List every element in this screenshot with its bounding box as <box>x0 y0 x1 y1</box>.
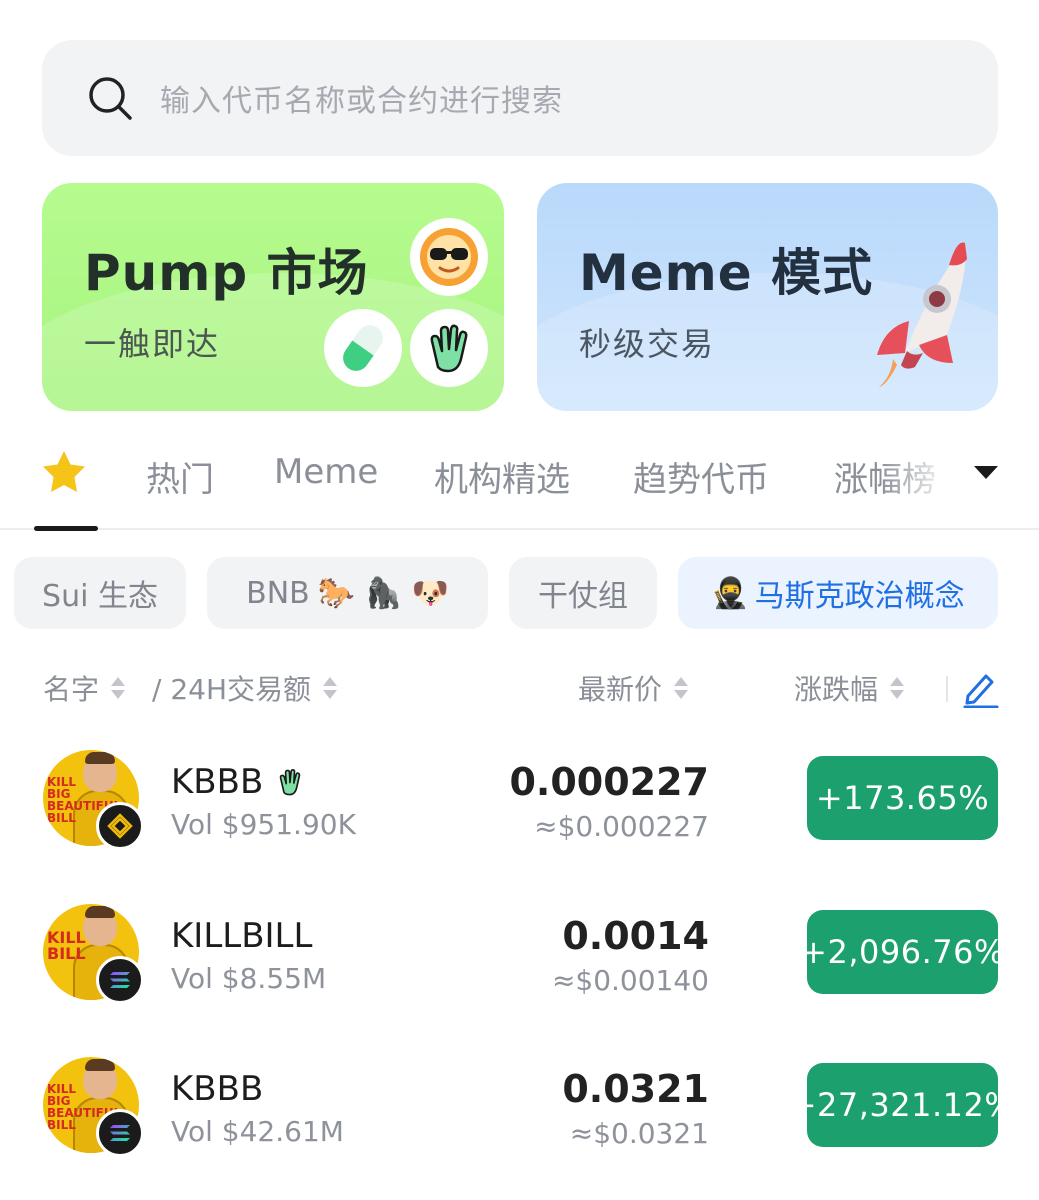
chip-musk-politics[interactable]: 🥷 马斯克政治概念 <box>678 557 998 629</box>
pump-banner-subtitle: 一触即达 <box>84 325 221 363</box>
sort-by-change[interactable]: 涨跌幅 <box>794 668 905 708</box>
token-symbol-text: KBBB <box>171 762 264 802</box>
token-symbol: KBBB <box>171 1069 263 1109</box>
chip-bnb[interactable]: BNB 🐎 🦍 🐶 <box>207 557 488 629</box>
chip-label: Sui 生态 <box>42 579 158 614</box>
edit-icon[interactable] <box>962 668 1000 708</box>
sort-icon <box>890 675 905 701</box>
token-volume: Vol $951.90K <box>171 808 356 841</box>
token-symbol-text: KBBB <box>171 1069 264 1109</box>
token-price: 0.0321 <box>562 1067 709 1111</box>
sort-by-volume[interactable]: / 24H交易额 <box>152 668 338 708</box>
header-price-label: 最新价 <box>578 673 663 706</box>
tab-hot[interactable]: 热门 <box>146 452 214 501</box>
token-price-usd: ≈$0.0321 <box>569 1117 709 1150</box>
chip-label: 干仗组 <box>538 579 628 614</box>
waving-hand-icon <box>410 309 488 387</box>
hand-icon <box>280 769 301 796</box>
ninja-icon: 🥷 <box>711 575 749 611</box>
favorites-star-icon[interactable] <box>40 448 88 496</box>
token-symbol: KILLBILL <box>171 916 312 956</box>
pump-market-banner[interactable]: Pump 市场 一触即达 <box>42 183 504 411</box>
token-price-usd: ≈$0.000227 <box>534 810 709 843</box>
header-divider <box>946 676 948 702</box>
tab-trending-tokens[interactable]: 趋势代币 <box>633 452 769 501</box>
avatar-text: KILL BILL <box>47 928 86 963</box>
tab-institutional-picks[interactable]: 机构精选 <box>434 452 570 501</box>
meme-mode-banner[interactable]: Meme 模式 秒级交易 <box>537 183 998 411</box>
header-volume-label: / 24H交易额 <box>152 673 312 706</box>
token-volume: Vol $42.61M <box>171 1115 344 1148</box>
avatar-text: KILL BIG BEAUTIFUL BILL <box>47 775 122 825</box>
meme-banner-subtitle: 秒级交易 <box>579 325 716 363</box>
caret-down-icon[interactable] <box>972 462 1000 482</box>
sort-icon <box>323 675 338 701</box>
sort-by-price[interactable]: 最新价 <box>578 668 689 708</box>
sort-by-name[interactable]: 名字 <box>43 668 126 708</box>
header-name-label: 名字 <box>43 673 100 706</box>
solana-chain-icon <box>96 956 144 1004</box>
search-icon <box>86 74 134 122</box>
search-bar[interactable]: 输入代币名称或合约进行搜索 <box>42 40 998 156</box>
horse-gorilla-dog-icon: 🐎 🦍 🐶 <box>317 575 449 611</box>
token-price-usd: ≈$0.00140 <box>551 964 709 997</box>
token-row[interactable]: KILL BIG BEAUTIFUL BILL KBBB Vol $951.90… <box>0 750 1039 890</box>
pill-icon <box>324 309 402 387</box>
sort-icon <box>674 675 689 701</box>
price-change-badge[interactable]: +2,096.76% <box>800 910 1004 994</box>
meme-banner-title: Meme 模式 <box>579 244 874 302</box>
chip-label: 马斯克政治概念 <box>754 579 965 614</box>
rocket-icon <box>877 242 967 387</box>
header-change-label: 涨跌幅 <box>794 673 879 706</box>
chip-sui-ecosystem[interactable]: Sui 生态 <box>14 557 186 629</box>
token-row[interactable]: KILL BILL KILLBILL Vol $8.55M 0.0014 ≈$0… <box>0 904 1039 1044</box>
search-placeholder[interactable]: 输入代币名称或合约进行搜索 <box>160 76 563 120</box>
avatar-text: KILL BIG BEAUTIFUL BILL <box>47 1082 122 1132</box>
price-change-badge[interactable]: +27,321.12% <box>790 1063 1015 1147</box>
price-change-badge[interactable]: +173.65% <box>807 756 998 840</box>
token-symbol-text: KILLBILL <box>171 916 313 956</box>
bnb-chain-icon <box>96 802 144 850</box>
sort-icon <box>111 675 126 701</box>
token-symbol: KBBB <box>171 762 307 802</box>
token-price: 0.000227 <box>509 760 709 804</box>
tab-meme[interactable]: Meme <box>274 452 378 492</box>
chip-ganzhang-group[interactable]: 干仗组 <box>509 557 657 629</box>
solana-chain-icon <box>96 1109 144 1157</box>
pump-banner-title: Pump 市场 <box>84 244 369 302</box>
market-tabs: 热门 Meme 机构精选 趋势代币 涨幅榜 <box>0 440 1039 531</box>
sun-sunglasses-icon <box>410 218 488 296</box>
token-price: 0.0014 <box>562 914 709 958</box>
token-row[interactable]: KILL BIG BEAUTIFUL BILL KBBB Vol $42.61M… <box>0 1057 1039 1197</box>
active-tab-indicator <box>34 526 98 531</box>
chip-label: BNB <box>246 575 310 611</box>
token-volume: Vol $8.55M <box>171 962 327 995</box>
